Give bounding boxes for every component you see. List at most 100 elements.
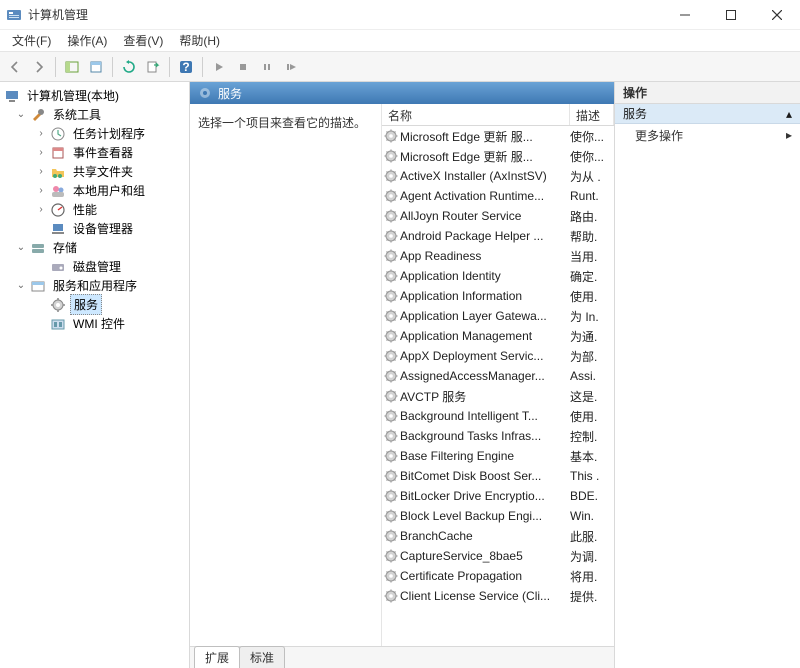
service-row[interactable]: Base Filtering Engine基本.: [382, 446, 614, 466]
help-button[interactable]: ?: [175, 56, 197, 78]
service-desc: 为部.: [570, 348, 614, 365]
tree-system-tools[interactable]: ⌄ 系统工具: [2, 105, 187, 124]
play-button[interactable]: [208, 56, 230, 78]
service-name: Microsoft Edge 更新 服...: [400, 128, 570, 145]
col-desc[interactable]: 描述: [570, 104, 614, 125]
actions-section-label: 服务: [623, 105, 647, 122]
tree-services[interactable]: 服务: [2, 295, 187, 314]
tree-device-manager[interactable]: 设备管理器: [2, 219, 187, 238]
maximize-button[interactable]: [708, 0, 754, 30]
service-row[interactable]: Block Level Backup Engi...Win.: [382, 506, 614, 526]
service-row[interactable]: AllJoyn Router Service路由.: [382, 206, 614, 226]
service-name: Microsoft Edge 更新 服...: [400, 148, 570, 165]
service-desc: This .: [570, 469, 614, 483]
service-desc: 此服.: [570, 528, 614, 545]
tree-shared-folders[interactable]: › 共享文件夹: [2, 162, 187, 181]
forward-button[interactable]: [28, 56, 50, 78]
expand-icon[interactable]: ›: [36, 185, 46, 196]
service-desc: Runt.: [570, 189, 614, 203]
service-row[interactable]: BitLocker Drive Encryptio...BDE.: [382, 486, 614, 506]
service-name: AppX Deployment Servic...: [400, 349, 570, 363]
service-desc: 使用.: [570, 288, 614, 305]
gear-icon: [382, 529, 400, 543]
refresh-button[interactable]: [118, 56, 140, 78]
service-row[interactable]: Microsoft Edge 更新 服...使你...: [382, 146, 614, 166]
service-row[interactable]: AVCTP 服务这是.: [382, 386, 614, 406]
separator: [202, 57, 203, 77]
service-row[interactable]: Background Tasks Infras...控制.: [382, 426, 614, 446]
collapse-icon[interactable]: ⌄: [16, 109, 26, 120]
collapse-icon[interactable]: ⌄: [16, 280, 26, 291]
tab-extended[interactable]: 扩展: [194, 646, 240, 668]
service-row[interactable]: Application Information使用.: [382, 286, 614, 306]
restart-button[interactable]: [280, 56, 302, 78]
gear-icon: [50, 297, 66, 313]
expand-icon[interactable]: ›: [36, 128, 46, 139]
service-desc: 使你...: [570, 148, 614, 165]
expand-icon[interactable]: ›: [36, 204, 46, 215]
gear-icon: [382, 569, 400, 583]
tree-services-apps[interactable]: ⌄ 服务和应用程序: [2, 276, 187, 295]
disk-icon: [50, 259, 66, 275]
center-header: 服务: [190, 82, 614, 104]
pause-button[interactable]: [256, 56, 278, 78]
stop-button[interactable]: [232, 56, 254, 78]
service-name: Block Level Backup Engi...: [400, 509, 570, 523]
service-row[interactable]: Application Identity确定.: [382, 266, 614, 286]
tree-performance[interactable]: › 性能: [2, 200, 187, 219]
tree-task-scheduler[interactable]: › 任务计划程序: [2, 124, 187, 143]
service-row[interactable]: CaptureService_8bae5为调.: [382, 546, 614, 566]
tree-disk-mgmt[interactable]: 磁盘管理: [2, 257, 187, 276]
center-pane: 服务 选择一个项目来查看它的描述。 名称 描述 Microsoft Edge 更…: [190, 82, 615, 668]
service-row[interactable]: AssignedAccessManager...Assi.: [382, 366, 614, 386]
menu-file[interactable]: 文件(F): [4, 30, 59, 51]
service-row[interactable]: Certificate Propagation将用.: [382, 566, 614, 586]
minimize-button[interactable]: [662, 0, 708, 30]
expand-icon[interactable]: ›: [36, 147, 46, 158]
tab-standard[interactable]: 标准: [239, 646, 285, 668]
service-row[interactable]: Agent Activation Runtime...Runt.: [382, 186, 614, 206]
services-rows[interactable]: Microsoft Edge 更新 服...使你... Microsoft Ed…: [382, 126, 614, 646]
description-prompt: 选择一个项目来查看它的描述。: [198, 116, 366, 130]
service-row[interactable]: App Readiness当用.: [382, 246, 614, 266]
export-button[interactable]: [142, 56, 164, 78]
service-row[interactable]: BranchCache此服.: [382, 526, 614, 546]
service-row[interactable]: Client License Service (Cli...提供.: [382, 586, 614, 606]
service-row[interactable]: Application Management为通.: [382, 326, 614, 346]
tree-storage[interactable]: ⌄ 存储: [2, 238, 187, 257]
separator: [55, 57, 56, 77]
actions-more[interactable]: 更多操作 ▸: [615, 124, 800, 146]
toolbar-show-hide-button[interactable]: [61, 56, 83, 78]
service-row[interactable]: AppX Deployment Servic...为部.: [382, 346, 614, 366]
menu-help[interactable]: 帮助(H): [171, 30, 228, 51]
close-button[interactable]: [754, 0, 800, 30]
expand-icon[interactable]: ›: [36, 166, 46, 177]
gear-icon: [382, 509, 400, 523]
menu-view[interactable]: 查看(V): [115, 30, 171, 51]
tree-root[interactable]: 计算机管理(本地): [2, 86, 187, 105]
service-name: Android Package Helper ...: [400, 229, 570, 243]
service-desc: 为调.: [570, 548, 614, 565]
gear-icon: [382, 249, 400, 263]
menu-action[interactable]: 操作(A): [59, 30, 115, 51]
navigation-tree[interactable]: 计算机管理(本地) ⌄ 系统工具 › 任务计划程序 › 事件查看器 › 共享文件…: [0, 82, 190, 668]
toolbar-properties-button[interactable]: [85, 56, 107, 78]
service-row[interactable]: Application Layer Gatewa...为 In.: [382, 306, 614, 326]
services-list: 名称 描述 Microsoft Edge 更新 服...使你... Micros…: [382, 104, 614, 646]
col-name[interactable]: 名称: [382, 104, 570, 125]
service-row[interactable]: Background Intelligent T...使用.: [382, 406, 614, 426]
tree-local-users[interactable]: › 本地用户和组: [2, 181, 187, 200]
service-row[interactable]: BitComet Disk Boost Ser...This .: [382, 466, 614, 486]
wmi-icon: [50, 316, 66, 332]
tree-wmi[interactable]: WMI 控件: [2, 314, 187, 333]
service-row[interactable]: ActiveX Installer (AxInstSV)为从 .: [382, 166, 614, 186]
service-row[interactable]: Microsoft Edge 更新 服...使你...: [382, 126, 614, 146]
tree-event-viewer[interactable]: › 事件查看器: [2, 143, 187, 162]
gear-icon: [382, 449, 400, 463]
services-apps-icon: [30, 278, 46, 294]
collapse-icon[interactable]: ⌄: [16, 242, 26, 253]
back-button[interactable]: [4, 56, 26, 78]
service-name: Certificate Propagation: [400, 569, 570, 583]
service-row[interactable]: Android Package Helper ...帮助.: [382, 226, 614, 246]
actions-section[interactable]: 服务 ▴: [615, 104, 800, 124]
